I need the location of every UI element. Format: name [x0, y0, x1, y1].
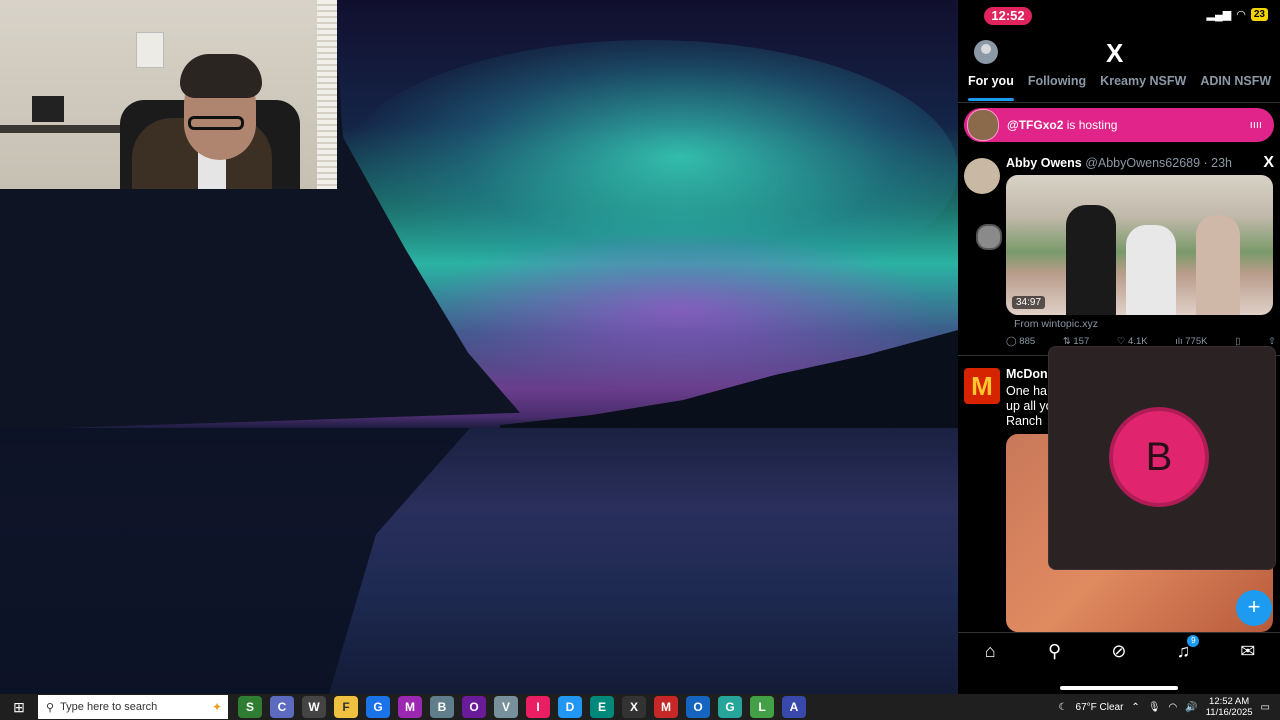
taskbar-app-icon[interactable]: A: [782, 696, 806, 718]
tab-for-you[interactable]: For you: [968, 74, 1014, 102]
x-logo-icon: X: [1106, 38, 1124, 68]
microphone-icon[interactable]: 🎙: [1148, 702, 1161, 713]
outlook-icon[interactable]: O: [686, 696, 710, 718]
status-time: 12:52: [984, 7, 1032, 25]
tab-divider: [958, 102, 1280, 103]
obs-icon[interactable]: O: [462, 696, 486, 718]
webcam-person-glasses: [188, 116, 244, 130]
messages-icon[interactable]: ✉: [1236, 641, 1260, 662]
windows-taskbar: ⊞ ⚲ Type here to search ✦ S C W F G M B …: [0, 694, 1280, 720]
clock-date: 11/16/2025: [1205, 707, 1253, 718]
webcam-blinds: [317, 0, 337, 189]
reply-icon: ◯: [1006, 336, 1020, 347]
status-icons: ▂▄▆ ◠ 23: [1207, 8, 1268, 21]
post-author-name[interactable]: Abby Owens: [1006, 156, 1082, 170]
host-avatar: [967, 109, 999, 141]
spaces-hosting-banner[interactable]: @TFGxo2 is hosting ıııı: [964, 108, 1274, 142]
video-figure: [1196, 215, 1240, 315]
tab-adin-nsfw[interactable]: ADIN NSFW: [1200, 74, 1271, 102]
taskbar-search[interactable]: ⚲ Type here to search ✦: [38, 695, 228, 719]
video-duration: 34:97: [1012, 296, 1046, 309]
compose-post-button[interactable]: +: [1236, 590, 1272, 626]
post-author-name[interactable]: McDon: [1006, 367, 1048, 381]
notifications-icon[interactable]: ♫ 9: [1171, 635, 1200, 662]
chrome-icon[interactable]: G: [366, 696, 390, 718]
post-header: Abby Owens @AbbyOwens62689 · 23h: [1006, 156, 1232, 170]
taskbar-app-icon[interactable]: S: [238, 696, 262, 718]
audio-wave-icon: ıııı: [1249, 119, 1262, 131]
video-figure: [1066, 205, 1116, 315]
todo-icon[interactable]: D: [558, 696, 582, 718]
floating-touch-dot[interactable]: [976, 224, 1002, 250]
volume-icon[interactable]: 🔊: [1185, 702, 1197, 713]
taskbar-app-icon[interactable]: G: [718, 696, 742, 718]
webcam-desk: [0, 125, 120, 133]
clock-time: 12:52 AM: [1209, 696, 1250, 707]
wifi-icon: ◠: [1236, 9, 1246, 21]
host-handle: @TFGxo2: [1007, 118, 1064, 132]
signal-icon: ▂▄▆: [1206, 9, 1232, 21]
mcdonalds-logo-icon[interactable]: M: [964, 368, 1000, 404]
notification-center-icon[interactable]: ▭: [1261, 702, 1270, 713]
video-figure: [1126, 225, 1176, 315]
copilot-app-icon[interactable]: C: [270, 696, 294, 718]
profile-avatar[interactable]: [974, 40, 998, 64]
music-app-icon[interactable]: M: [398, 696, 422, 718]
instagram-icon[interactable]: I: [526, 696, 550, 718]
phone-mirror-window[interactable]: 12:52 ▂▄▆ ◠ 23 X For you Following Kream…: [958, 0, 1280, 694]
grok-icon[interactable]: ⊘: [1107, 641, 1131, 662]
edge-icon[interactable]: E: [590, 696, 614, 718]
taskbar-app-icon[interactable]: V: [494, 696, 518, 718]
webcam-overlay: [0, 0, 337, 189]
bottom-navigation: ⌂ ⚲ ⊘ ♫ 9 ✉: [958, 632, 1280, 694]
search-icon: ⚲: [46, 701, 55, 714]
taskbar-apps: S C W F G M B O V I D E X M O G L A: [238, 696, 806, 718]
file-explorer-icon[interactable]: F: [334, 696, 358, 718]
search-input[interactable]: Type here to search: [60, 701, 157, 713]
reply-button[interactable]: ◯ 885: [1006, 336, 1035, 347]
notification-badge: 9: [1187, 635, 1200, 647]
post-author-handle: @AbbyOwens62689 · 23h: [1085, 156, 1233, 170]
taskbar-clock[interactable]: 12:52 AM 11/16/2025: [1206, 696, 1253, 718]
battery-icon: 23: [1250, 8, 1268, 21]
tab-following[interactable]: Following: [1028, 74, 1086, 102]
webcam-monitor: [32, 96, 64, 122]
taskbar-app-icon[interactable]: B: [430, 696, 454, 718]
tab-kreamy-nsfw[interactable]: Kreamy NSFW: [1100, 74, 1186, 102]
wifi-icon[interactable]: ◠: [1169, 702, 1178, 713]
b-button[interactable]: B: [1113, 411, 1205, 503]
taskbar-app-icon[interactable]: W: [302, 696, 326, 718]
epic-games-icon[interactable]: X: [622, 696, 646, 718]
phone-status-bar: 12:52 ▂▄▆ ◠ 23: [958, 0, 1280, 34]
post-author-avatar[interactable]: [964, 158, 1000, 194]
reply-count: 885: [1019, 336, 1036, 347]
webcam-person-hair: [180, 54, 262, 98]
timeline-tabs: For you Following Kreamy NSFW ADIN NSFW …: [958, 74, 1280, 102]
copilot-sparkle-icon[interactable]: ✦: [212, 700, 222, 714]
moon-icon: ☾: [1058, 701, 1068, 713]
home-indicator[interactable]: [1060, 686, 1178, 690]
taskbar-app-icon[interactable]: L: [750, 696, 774, 718]
windows-start-icon[interactable]: ⊞: [0, 694, 38, 720]
post-card[interactable]: Abby Owens @AbbyOwens62689 · 23h X 34:97…: [958, 150, 1280, 356]
post-source[interactable]: From wintopic.xyz: [1014, 318, 1098, 330]
host-status: is hosting: [1066, 118, 1118, 132]
gmail-icon[interactable]: M: [654, 696, 678, 718]
search-icon[interactable]: ⚲: [1043, 641, 1067, 662]
system-tray: ☾ 67°F Clear ⌃ 🎙 ◠ 🔊 12:52 AM 11/16/2025…: [1059, 694, 1280, 720]
post-video[interactable]: 34:97: [1006, 175, 1273, 315]
host-text: @TFGxo2 is hosting: [1007, 118, 1250, 132]
weather-text[interactable]: 67°F Clear: [1076, 702, 1124, 713]
webcam-wall-frame: [136, 32, 164, 68]
floating-overlay-panel[interactable]: B: [1048, 346, 1276, 570]
chevron-up-icon[interactable]: ⌃: [1131, 702, 1139, 713]
home-icon[interactable]: ⌂: [978, 641, 1002, 662]
close-icon[interactable]: X: [1263, 154, 1274, 172]
